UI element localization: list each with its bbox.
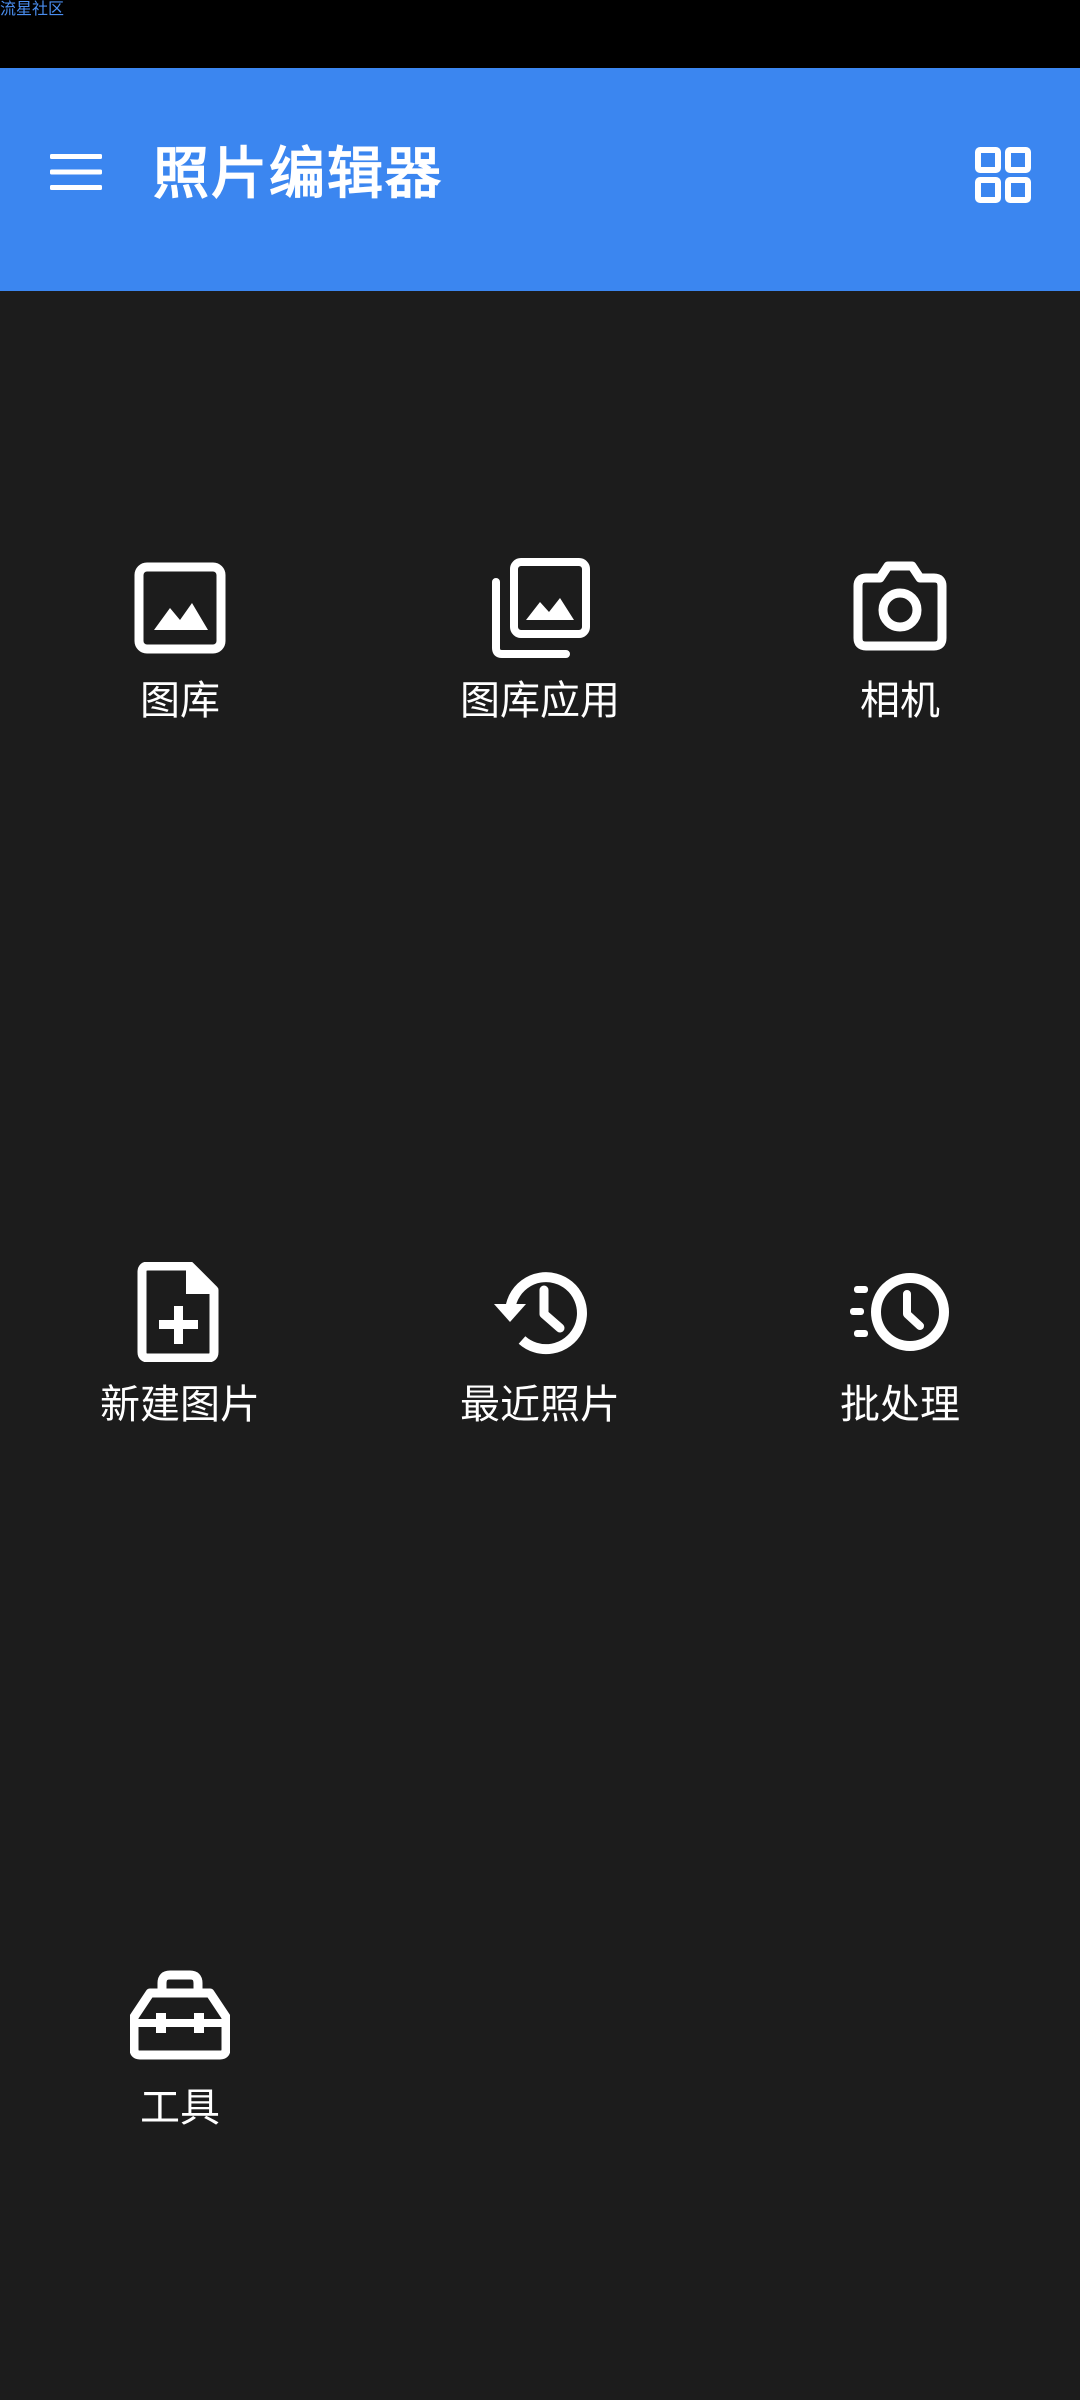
app-bar: 照片编辑器 — [0, 68, 1080, 291]
grid-view-button[interactable] — [962, 134, 1044, 216]
toolbox-icon — [130, 1970, 230, 2060]
app-title: 照片编辑器 — [153, 142, 443, 207]
tile-gallery[interactable]: 图库 — [0, 558, 360, 798]
menu-button[interactable] — [38, 134, 114, 210]
photo-library-icon — [492, 558, 590, 658]
status-watermark: 流星社区 — [0, 0, 65, 18]
tile-label: 相机 — [860, 678, 940, 724]
tile-new-image[interactable]: 新建图片 — [0, 1262, 360, 1502]
tile-label: 图库应用 — [460, 678, 620, 724]
tile-batch[interactable]: 批处理 — [720, 1262, 1080, 1502]
grid-view-icon — [975, 147, 1031, 203]
tile-label: 最近照片 — [460, 1382, 620, 1428]
tile-camera[interactable]: 相机 — [720, 558, 1080, 798]
camera-icon — [853, 561, 947, 651]
tile-label: 批处理 — [840, 1382, 960, 1428]
new-file-icon — [137, 1262, 219, 1362]
tile-label: 新建图片 — [100, 1382, 260, 1428]
status-bar: 流星社区 — [0, 0, 1080, 68]
tile-recent-photos[interactable]: 最近照片 — [360, 1262, 720, 1502]
batch-clock-icon — [850, 1273, 949, 1351]
tile-label: 工具 — [140, 2085, 220, 2131]
tile-label: 图库 — [140, 678, 220, 724]
hamburger-menu-icon — [50, 154, 102, 190]
history-icon — [494, 1272, 587, 1355]
tile-tools[interactable]: 工具 — [0, 1965, 360, 2205]
tile-gallery-app[interactable]: 图库应用 — [360, 558, 720, 798]
image-icon — [134, 562, 226, 654]
